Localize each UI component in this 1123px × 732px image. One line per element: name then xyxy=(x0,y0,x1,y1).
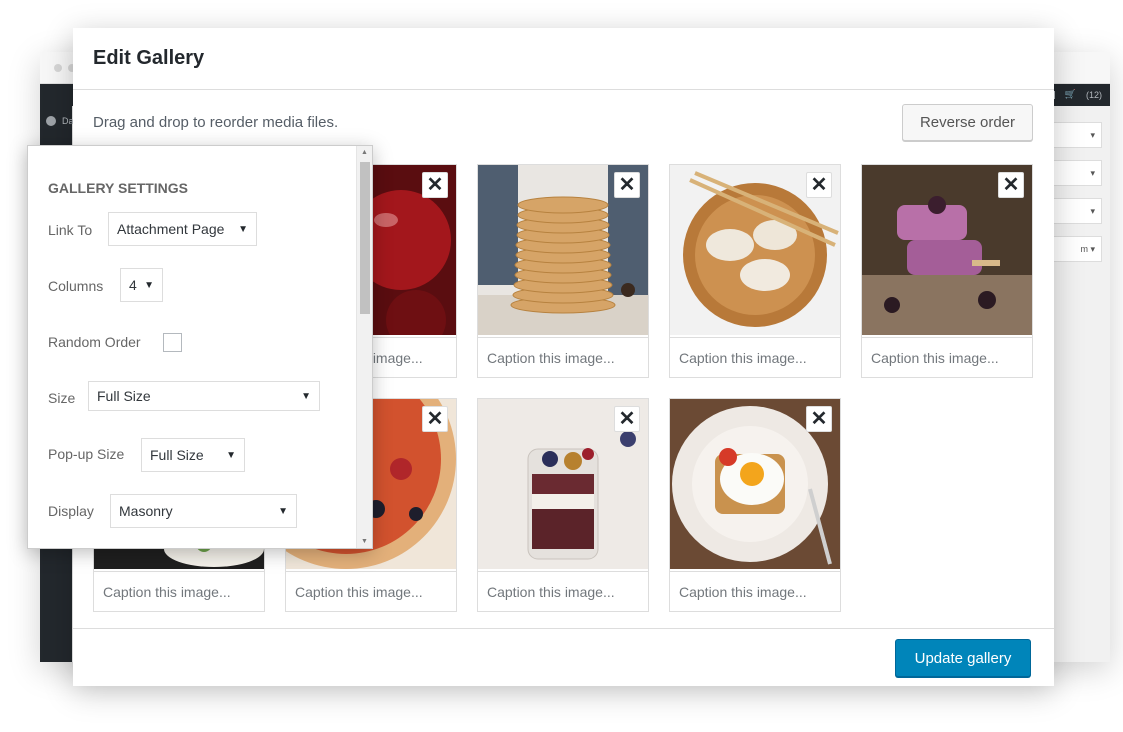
popup-size-select[interactable]: Full Size ▼ xyxy=(141,438,245,472)
gallery-item[interactable]: ✕ xyxy=(669,164,841,378)
remove-icon[interactable]: ✕ xyxy=(998,172,1024,198)
display-value: Masonry xyxy=(119,503,173,519)
popup-size-value: Full Size xyxy=(150,447,204,463)
columns-value: 4 xyxy=(129,277,137,293)
update-gallery-button[interactable]: Update gallery xyxy=(895,639,1031,677)
settings-heading: Gallery Settings xyxy=(48,180,189,196)
scroll-up-icon[interactable]: ▲ xyxy=(361,149,368,156)
caption-input[interactable] xyxy=(478,571,648,611)
gallery-settings-panel: Gallery Settings Link To Attachment Page… xyxy=(27,145,373,549)
popup-size-label: Pop-up Size xyxy=(48,446,125,462)
cart-icon: 🛒 xyxy=(1064,89,1076,99)
size-value: Full Size xyxy=(97,388,151,404)
display-select[interactable]: Masonry ▼ xyxy=(110,494,297,528)
caption-input[interactable] xyxy=(670,571,840,611)
gallery-item[interactable]: ✕ xyxy=(669,398,841,612)
sidebar-label: Da xyxy=(62,116,74,126)
caption-input[interactable] xyxy=(862,337,1032,377)
settings-scrollbar[interactable]: ▲ ▼ xyxy=(356,146,372,548)
caret-down-icon: ▼ xyxy=(238,223,248,235)
caret-down-icon: ▼ xyxy=(144,279,154,291)
size-select[interactable]: Full Size ▼ xyxy=(88,381,320,411)
gallery-item[interactable]: ✕ xyxy=(477,398,649,612)
remove-icon[interactable]: ✕ xyxy=(614,172,640,198)
link-to-value: Attachment Page xyxy=(117,221,225,237)
instructions-text: Drag and drop to reorder media files. xyxy=(93,114,339,131)
caret-down-icon: ▼ xyxy=(226,449,236,461)
modal-footer: Update gallery xyxy=(73,628,1054,686)
scrollbar-thumb[interactable] xyxy=(360,162,370,314)
gallery-item[interactable]: ✕ xyxy=(477,164,649,378)
caret-down-icon: ▼ xyxy=(278,505,288,517)
scroll-down-icon[interactable]: ▼ xyxy=(361,538,368,545)
caption-input[interactable] xyxy=(670,337,840,377)
columns-label: Columns xyxy=(48,278,104,294)
modal-header: Edit Gallery xyxy=(73,28,1054,90)
size-label: Size xyxy=(48,390,76,406)
remove-icon[interactable]: ✕ xyxy=(422,172,448,198)
screen: Da 🛒 (12) ▾ ▾ ▾ m ▾ Edit Gallery Drag an… xyxy=(0,0,1123,732)
bg-select-hint: m xyxy=(1080,244,1088,254)
remove-icon[interactable]: ✕ xyxy=(614,406,640,432)
modal-title: Edit Gallery xyxy=(93,47,205,69)
random-order-checkbox[interactable] xyxy=(163,333,182,352)
link-to-select[interactable]: Attachment Page ▼ xyxy=(108,212,257,246)
caret-down-icon: ▼ xyxy=(301,390,311,402)
gallery-item[interactable]: ✕ xyxy=(861,164,1033,378)
cart-count: (12) xyxy=(1085,89,1102,100)
caption-input[interactable] xyxy=(286,571,456,611)
reverse-order-button[interactable]: Reverse order xyxy=(902,104,1033,141)
display-label: Display xyxy=(48,503,94,519)
link-to-label: Link To xyxy=(48,222,93,238)
admin-bar-right: 🛒 (12) xyxy=(1046,89,1102,100)
columns-select[interactable]: 4 ▼ xyxy=(120,268,163,302)
random-order-label: Random Order xyxy=(48,334,141,350)
remove-icon[interactable]: ✕ xyxy=(422,406,448,432)
caption-input[interactable] xyxy=(94,571,264,611)
dashboard-icon xyxy=(46,116,56,126)
caption-input[interactable] xyxy=(478,337,648,377)
remove-icon[interactable]: ✕ xyxy=(806,406,832,432)
remove-icon[interactable]: ✕ xyxy=(806,172,832,198)
